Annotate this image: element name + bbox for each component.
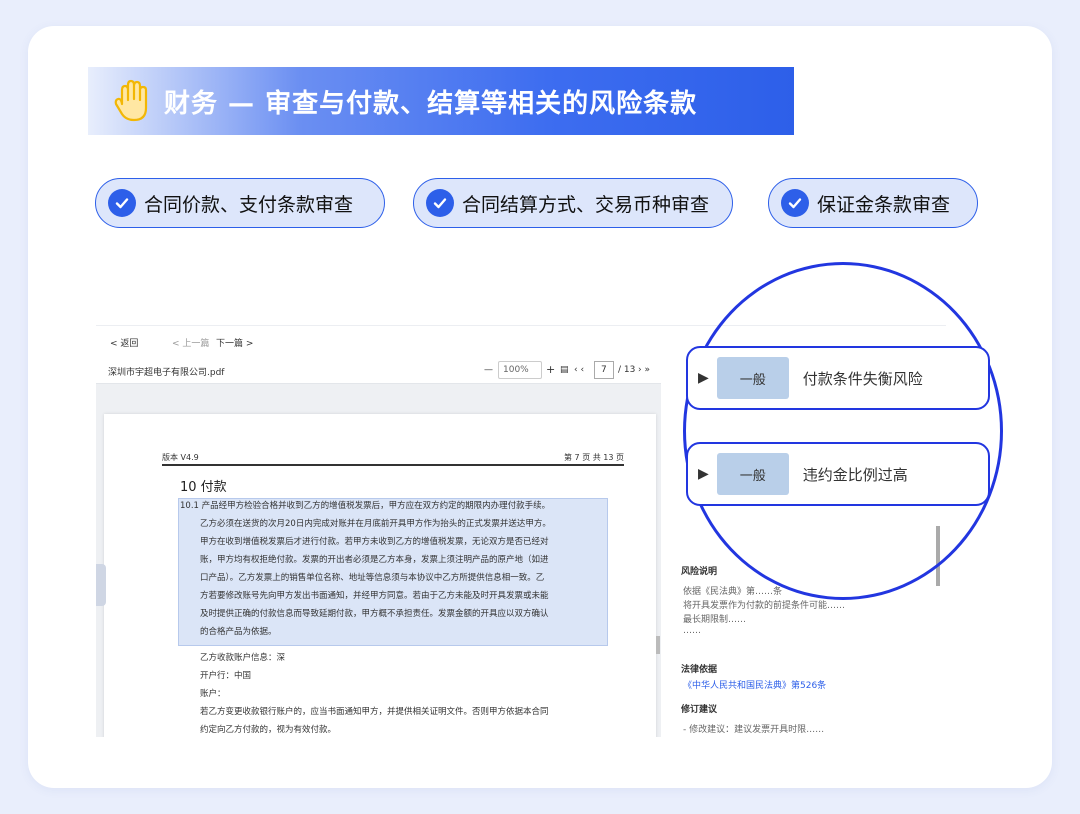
clause-line: 10.1 产品经甲方检验合格并收到乙方的增值税发票后，甲方应在双方约定的期限内办… — [180, 501, 551, 511]
check-icon — [108, 189, 136, 217]
page-total: / 13 — [618, 365, 636, 375]
check-pill-payment-terms[interactable]: 合同价款、支付条款审查 — [95, 178, 385, 228]
doc-version: 版本 V4.9 — [162, 453, 199, 462]
explain-line: …… — [683, 626, 701, 636]
account-line: 账户： — [200, 689, 226, 699]
clause-line: 账，甲方均有权拒绝付款。发票的开出者必须是乙方本身，发票上须注明产品的原产地（如… — [200, 555, 549, 565]
zoom-select[interactable]: 100% — [498, 361, 542, 379]
next-page-icon[interactable]: › » — [638, 365, 650, 375]
account-line: 开户行：中国 — [200, 671, 252, 681]
risk-item-penalty-ratio[interactable]: ▶ 一般 违约金比例过高 — [686, 442, 990, 506]
section-title: 10 付款 — [180, 480, 227, 495]
account-line: 约定向乙方付款的，视为有效付款。 — [200, 725, 337, 735]
pill-label: 保证金条款审查 — [817, 193, 951, 216]
account-line: 乙方收款账户信息：深 — [200, 653, 286, 663]
clause-line: 方若要修改账号先向甲方发出书面通知，并经甲方同意。若由于乙方未能及时开具发票或未… — [200, 591, 549, 601]
fit-page-icon[interactable]: ▤ — [560, 365, 569, 375]
risk-item-payment-imbalance[interactable]: ▶ 一般 付款条件失衡风险 — [686, 346, 990, 410]
sidebar-toggle[interactable] — [96, 564, 106, 606]
check-icon — [426, 189, 454, 217]
risk-level-badge: 一般 — [716, 357, 789, 399]
law-heading: 法律依据 — [681, 665, 718, 675]
hand-icon — [114, 79, 148, 122]
next-link[interactable]: 下一篇 > — [216, 336, 253, 349]
document-viewer[interactable]: 版本 V4.9 第 7 页 共 13 页 10 付款 10.1 产品经甲方检验合… — [96, 384, 661, 737]
clause-line: 乙方必须在送货的次月20日内完成对账并在月底前开具甲方作为抬头的正式发票并送达甲… — [200, 519, 551, 529]
file-name: 深圳市宇超电子有限公司.pdf — [108, 368, 225, 378]
account-line: 若乙方变更收款银行账户的，应当书面通知甲方，并提供相关证明文件。否则甲方依据本合… — [200, 707, 549, 717]
highlight-circle — [683, 262, 1003, 600]
page-input[interactable]: 7 — [594, 361, 614, 379]
file-toolbar: 深圳市宇超电子有限公司.pdf — 100% + ▤ ‹ ‹ 7 / 13 › … — [96, 356, 661, 384]
clause-line: 口产品）。乙方发票上的销售单位名称、地址等信息须与本协议中乙方所提供信息相一致。… — [200, 573, 545, 583]
check-pill-deposit[interactable]: 保证金条款审查 — [768, 178, 978, 228]
section-title-bar: 财务 — 审查与付款、结算等相关的风险条款 — [88, 67, 794, 135]
expand-arrow-icon[interactable]: ▶ — [698, 370, 709, 386]
document-page: 版本 V4.9 第 7 页 共 13 页 10 付款 10.1 产品经甲方检验合… — [104, 414, 660, 737]
explain-line: 最长期限制…… — [683, 615, 747, 625]
zoom-in-button[interactable]: + — [546, 363, 555, 376]
check-pill-settlement[interactable]: 合同结算方式、交易币种审查 — [413, 178, 733, 228]
doc-page-info: 第 7 页 共 13 页 — [564, 453, 624, 462]
prev-link[interactable]: < 上一篇 — [172, 336, 209, 349]
explain-heading: 风险说明 — [681, 567, 718, 577]
pill-label: 合同价款、支付条款审查 — [144, 193, 354, 216]
advice-heading: 修订建议 — [681, 705, 718, 715]
clause-line: 及时提供正确的付款信息而导致延期付款，甲方概不承担责任。发票金额的开具应以双方确… — [200, 609, 549, 619]
expand-arrow-icon[interactable]: ▶ — [698, 466, 709, 482]
risk-level-badge: 一般 — [716, 453, 789, 495]
clause-line: 的合格产品为依据。 — [200, 627, 277, 637]
pill-label: 合同结算方式、交易币种审查 — [462, 193, 710, 216]
risk-label: 付款条件失衡风险 — [802, 369, 923, 388]
zoom-out-button[interactable]: — — [484, 365, 493, 375]
explain-line: 将开具发票作为付款的前提条件可能…… — [683, 601, 846, 611]
doc-header: 版本 V4.9 第 7 页 共 13 页 — [162, 450, 624, 466]
back-link[interactable]: < 返回 — [110, 336, 138, 349]
law-link[interactable]: 《中华人民共和国民法典》第526条 — [683, 678, 826, 691]
explain-line: 依据《民法典》第……条 — [683, 587, 783, 597]
doc-scrollbar[interactable] — [656, 636, 660, 654]
clause-line: 甲方在收到增值税发票后才进行付款。若甲方未收到乙方的增值税发票，无论双方是否已经… — [200, 537, 549, 547]
check-icon — [781, 189, 809, 217]
prev-page-icon[interactable]: ‹ ‹ — [574, 365, 584, 375]
advice-line: - 修改建议：建议发票开具时限…… — [683, 725, 825, 735]
page-title: 财务 — 审查与付款、结算等相关的风险条款 — [164, 88, 698, 119]
risk-label: 违约金比例过高 — [802, 465, 908, 484]
